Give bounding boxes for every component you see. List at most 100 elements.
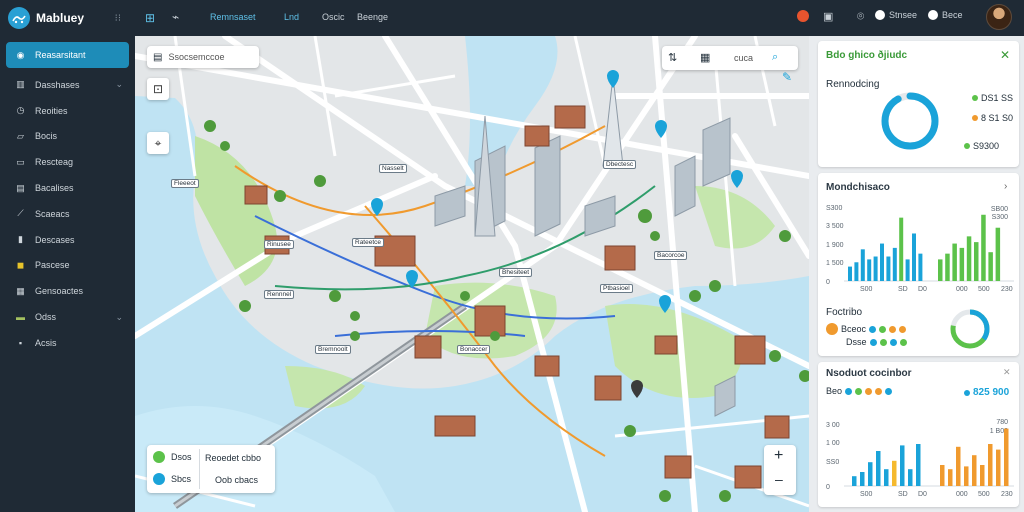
sidebar-item-5[interactable]: ▤ Bacalises [6,175,129,201]
flag-icon [826,323,838,335]
y-tick-label: SB00 [991,206,1008,213]
locate-button[interactable]: ⌖ [147,132,169,154]
sidebar-item-10[interactable]: ▬ Odss ⌄ [6,304,129,330]
map-place-label[interactable]: Bonaccer [457,345,491,354]
route-icon[interactable]: ⌁ [172,10,179,24]
close-icon[interactable]: ✕ [1003,367,1011,378]
topbar-text-1[interactable]: Oscic [322,12,345,22]
status-chip-2[interactable]: Bece [928,10,963,20]
badge-icon: ◼ [16,259,25,270]
location-icon[interactable]: ⌾ [857,9,864,24]
chart-bar [995,227,1001,281]
summary-title: Bdo ghico ðjiudc [826,50,908,61]
chart-bar [945,253,950,281]
y-tick-label: S300 [992,214,1008,221]
monitoring-title: Mondchisaco [826,182,890,193]
zoom-in-button[interactable]: + [774,447,783,465]
search-icon[interactable]: ⌕ [772,51,778,64]
swatch-icon [889,338,897,346]
expand-chevron-icon[interactable]: › [1004,181,1007,192]
topbar-text-2[interactable]: Beenge [357,12,388,22]
sidebar-item-1[interactable]: ▥ Dasshases ⌄ [6,72,129,98]
chart-bar [988,444,993,486]
map-search-box[interactable]: ▤ Ssocsemccoe [147,46,259,68]
legend-key-2: Sbcs [171,474,192,484]
topbar-link-2[interactable]: Lnd [284,12,299,22]
collapse-sidebar-icon[interactable]: ⁝⁝ [115,13,121,24]
status-chip-1[interactable]: Stnsee [875,10,917,20]
map-place-label[interactable]: Dbectesc [603,160,637,169]
topbar-link-1[interactable]: Remnsaset [210,12,256,22]
sidebar-item-label: Odss [35,312,57,323]
map-place-label[interactable]: Bhesiteet [499,268,533,277]
summary-value-2: 8 S1 S0 [981,113,1014,123]
y-tick-label: 3 500 [826,223,844,230]
sidebar-item-8[interactable]: ◼ Pascese [6,253,129,279]
folder-icon: ▭ [16,156,25,167]
footer-donut [950,309,990,349]
footer-row-2: Dsse [846,337,907,347]
sidebar-item-6[interactable]: ⟋ Scaeacs [6,201,129,227]
sidebar-item-label: Gensoactes [35,286,84,297]
sidebar-item-label: Scaeacs [35,208,70,219]
sidebar-item-11[interactable]: ▪ Acsis [6,330,129,356]
map-canvas[interactable]: Nasselt Fleeeot Rinusee Rateetce Bhesiteet Re… [135,36,809,512]
map-place-label[interactable]: Rateetce [352,238,385,247]
monitoring-panel: Mondchisaco › S300 3 500 1 900 1 500 0 SB00 S3… [818,173,1019,356]
grid-tool-icon[interactable]: ▦ [700,51,710,64]
sidebar-item-0[interactable]: ◉ Reasarsitant [6,42,129,68]
pin-tool-button[interactable]: ✎ [776,66,798,88]
map-place-label[interactable]: Rinusee [264,240,294,249]
sidebar: Mabluey ⁝⁝ ◉ Reasarsitant ▥ Dasshases ⌄ ◷ Reoi… [0,0,135,512]
swatch-icon [899,338,907,346]
summary-panel: Bdo ghico ðjiudc ✕ Rennodcing DS1 SS 8 S… [818,41,1019,167]
route-tool-icon[interactable]: ⇅ [668,51,677,64]
layers-button[interactable]: ⊡ [147,78,169,100]
summary-value-1: DS1 SS [981,93,1014,103]
chart-bar [912,233,916,281]
summary-subtitle: Rennodcing [826,79,880,90]
chart-bar [981,214,986,281]
tag-icon: ▬ [16,312,25,323]
map-place-label[interactable]: Rennnel [264,290,295,299]
chart-bar [884,469,889,486]
grid-menu-icon[interactable]: ⊞ [145,11,155,25]
map-place-label[interactable]: Bacorcoe [654,251,688,260]
map-search-icon: ▤ [153,51,163,63]
legend-key-1: Dsos [171,452,192,462]
user-avatar[interactable] [986,4,1012,30]
swatch-icon [875,387,883,395]
x-tick-label: 500 [978,491,990,498]
x-tick-label: D0 [918,491,927,498]
close-icon[interactable]: ✕ [1000,48,1010,62]
map-place-label[interactable]: Ptbasioel [600,284,633,293]
chart-bar [948,469,953,486]
sidebar-item-4[interactable]: ▭ Rescteag [6,149,129,175]
sidebar-item-3[interactable]: ▱ Bocis [6,124,129,150]
sidebar-item-label: Acsis [35,337,57,348]
chevron-down-icon: ⌄ [115,311,123,322]
sidebar-item-9[interactable]: ▦ Gensoactes [6,278,129,304]
chart-bar [854,262,859,281]
y-tick-label: 0 [826,279,830,286]
y-tick-label: 1 500 [826,260,844,267]
map-place-label[interactable]: Nasselt [379,164,407,173]
summary-donut [881,92,939,150]
chart-bar [876,451,881,486]
map-place-label[interactable]: Bremnoolt [315,345,351,354]
footer-row-1: Bceoc [826,323,907,335]
x-tick-label: SD [898,286,908,293]
x-tick-label: S00 [860,491,873,498]
map-place-label[interactable]: Fleeeot [171,179,199,188]
sidebar-item-7[interactable]: ▮ Descases [6,227,129,253]
y-tick-label: 780 [996,419,1008,426]
sidebar-item-2[interactable]: ◷ Reoities [6,98,129,124]
y-tick-label: S300 [826,205,842,212]
record-indicator-icon[interactable] [797,10,809,22]
map-toolbar-search[interactable]: cuca [734,53,753,63]
x-tick-label: 000 [956,491,968,498]
calendar-icon[interactable]: ▣ [823,10,833,23]
footer-title: Foctribo [826,307,863,318]
brand[interactable]: Mabluey ⁝⁝ [0,0,135,36]
zoom-out-button[interactable]: – [775,471,783,487]
